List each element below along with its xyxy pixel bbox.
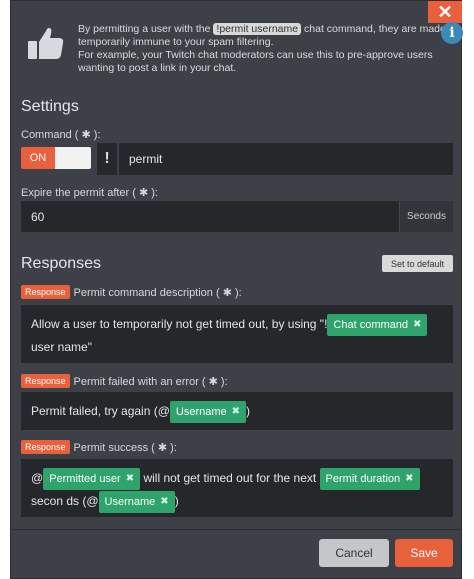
response-header-success: Response Permit success ( ✱ ):	[21, 439, 177, 455]
intro-example-text: For example, your Twitch chat moderators…	[78, 49, 433, 74]
response-label: Permit success ( ✱ ):	[73, 441, 177, 454]
settings-heading: Settings	[21, 98, 79, 115]
intro-text: By permitting a user with the !permit us…	[78, 23, 456, 75]
response-text: Permit failed, try again (@	[31, 404, 170, 418]
remove-chip-icon[interactable]: ✖	[413, 317, 421, 333]
command-enabled-toggle[interactable]: ON	[21, 147, 91, 169]
variable-chip[interactable]: Permitted user ✖	[43, 467, 141, 490]
cancel-button[interactable]: Cancel	[319, 539, 389, 567]
responses-heading: Responses	[21, 255, 102, 272]
variable-chip[interactable]: Permit duration ✖	[319, 467, 420, 490]
close-icon[interactable]: ✕	[428, 1, 462, 23]
variable-chip[interactable]: Chat command ✖	[327, 313, 428, 336]
response-label: Permit failed with an error ( ✱ ):	[73, 375, 228, 388]
toggle-on-label: ON	[21, 147, 55, 169]
footer-divider	[11, 529, 461, 530]
response-text: Allow a user to temporarily not get time…	[31, 317, 328, 331]
intro-section: By permitting a user with the !permit us…	[21, 23, 446, 83]
chip-label: Chat command	[333, 318, 408, 331]
response-label: Permit command description ( ✱ ):	[73, 286, 242, 299]
chip-label: Username	[104, 495, 156, 508]
toggle-knob	[55, 147, 91, 169]
variable-chip[interactable]: Username ✖	[169, 400, 247, 423]
command-input[interactable]: permit	[119, 143, 453, 175]
response-tag: Response	[21, 440, 70, 454]
response-tag: Response	[21, 285, 70, 299]
response-failed-input[interactable]: Permit failed, try again (@ Username ✖)	[21, 392, 453, 430]
response-text: user name"	[31, 339, 92, 354]
permit-command-code: !permit username	[213, 23, 302, 35]
info-icon[interactable]: i	[441, 22, 463, 44]
remove-chip-icon[interactable]: ✖	[405, 471, 413, 487]
expire-unit-addon: Seconds	[399, 201, 453, 232]
chip-label: Username	[175, 405, 227, 418]
expire-input[interactable]: 60	[21, 201, 399, 232]
response-tag: Response	[21, 374, 70, 388]
remove-chip-icon[interactable]: ✖	[232, 404, 240, 420]
save-button[interactable]: Save	[395, 539, 453, 567]
command-label: Command ( ✱ ):	[21, 129, 101, 141]
permit-settings-modal: ✕ By permitting a user with the !permit …	[10, 0, 462, 579]
remove-chip-icon[interactable]: ✖	[160, 494, 168, 510]
response-description-input[interactable]: Allow a user to temporarily not get time…	[21, 305, 453, 363]
response-header-description: Response Permit command description ( ✱ …	[21, 284, 242, 300]
set-to-default-button[interactable]: Set to default	[382, 255, 453, 272]
response-header-failed: Response Permit failed with an error ( ✱…	[21, 373, 228, 389]
command-prefix: !	[97, 143, 117, 175]
response-text: )	[246, 404, 251, 418]
chip-label: Permitted user	[49, 472, 121, 485]
response-text: secon ds (@	[31, 493, 99, 508]
thumbs-up-icon	[28, 27, 64, 59]
intro-text-before: By permitting a user with the	[78, 23, 214, 35]
response-text: )	[174, 493, 179, 508]
remove-chip-icon[interactable]: ✖	[126, 471, 134, 487]
response-text: @	[31, 471, 44, 485]
response-success-input[interactable]: @ Permitted user ✖ will not get timed out …	[21, 459, 453, 517]
response-text: will not get timed out for the next	[140, 471, 320, 485]
expire-label: Expire the permit after ( ✱ ):	[21, 187, 158, 199]
variable-chip[interactable]: Username ✖	[98, 490, 175, 513]
chip-label: Permit duration	[325, 472, 401, 485]
